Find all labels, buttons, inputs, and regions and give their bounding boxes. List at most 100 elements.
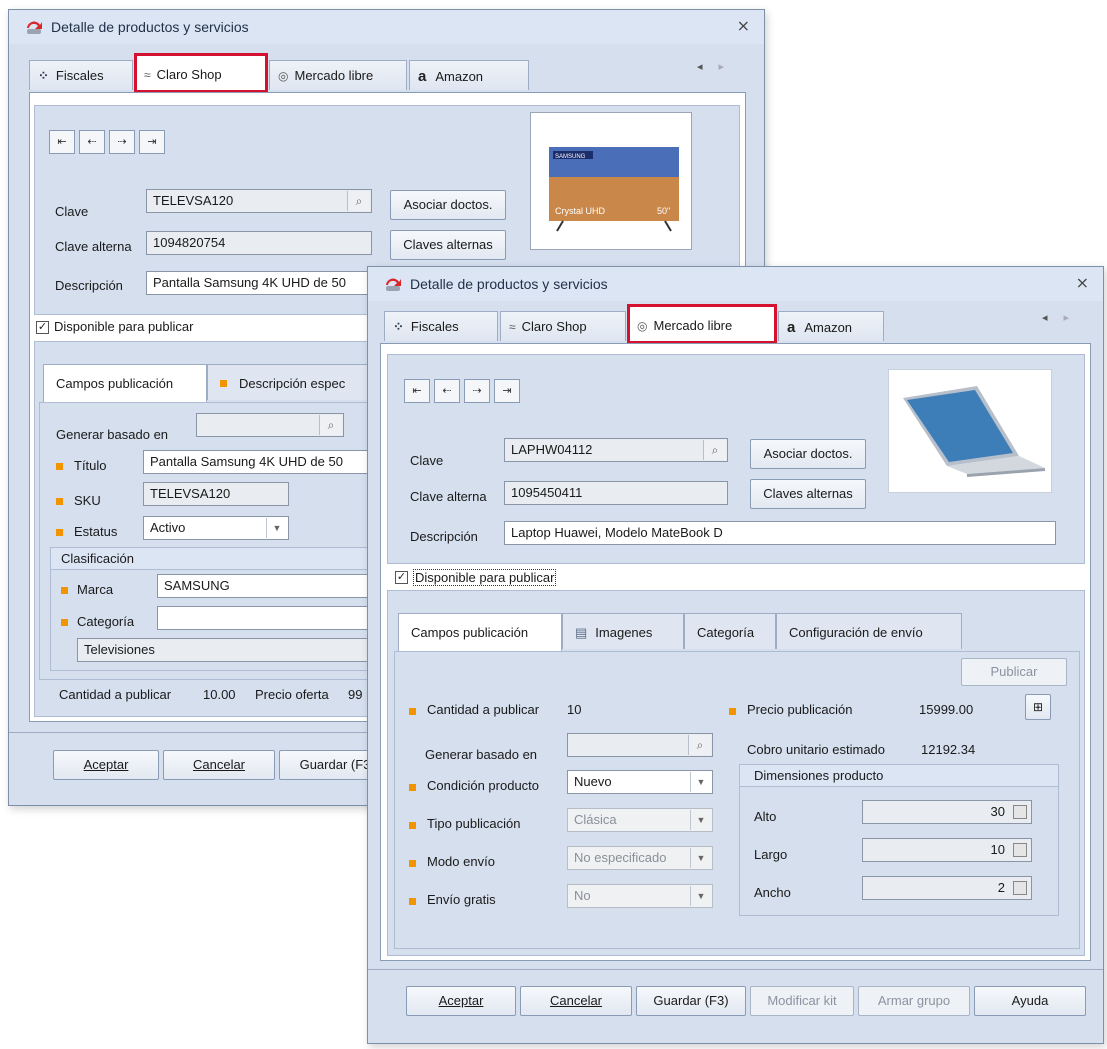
chevron-down-icon[interactable]: ▼	[690, 810, 711, 830]
aceptar-button[interactable]: Aceptar	[406, 986, 516, 1016]
subtab-campos-publicacion[interactable]: Campos publicación	[43, 364, 207, 402]
next-record-icon[interactable]: ⇢	[464, 379, 490, 403]
cancelar-button[interactable]: Cancelar	[520, 986, 632, 1016]
alto-field[interactable]: 30	[862, 800, 1032, 824]
tipo-value: Clásica	[574, 812, 617, 827]
first-record-icon[interactable]: ⇤	[49, 130, 75, 154]
fiscales-icon: ⁘	[38, 68, 49, 83]
search-icon[interactable]: ⌕	[347, 191, 370, 211]
last-record-icon[interactable]: ⇥	[494, 379, 520, 403]
aceptar-button[interactable]: Aceptar	[53, 750, 159, 780]
chevron-down-icon[interactable]: ▼	[690, 848, 711, 868]
tab-claro-shop[interactable]: ≈ Claro Shop	[134, 53, 268, 93]
window-title: Detalle de productos y servicios	[51, 19, 249, 35]
subtab-categoria[interactable]: Categoría	[684, 613, 776, 649]
armar-grupo-button[interactable]: Armar grupo	[858, 986, 970, 1016]
descripcion-field[interactable]: Laptop Huawei, Modelo MateBook D	[504, 521, 1056, 545]
subtab-imagenes[interactable]: ▤ Imagenes	[562, 613, 684, 649]
generar-field[interactable]: ⌕	[567, 733, 713, 757]
categoria-label: Categoría	[77, 614, 135, 629]
asociar-doctos-button[interactable]: Asociar doctos.	[390, 190, 506, 220]
envio-gratis-select[interactable]: No ▼	[567, 884, 713, 908]
largo-field[interactable]: 10	[862, 838, 1032, 862]
tab-claro-shop[interactable]: ≈ Claro Shop	[500, 311, 626, 341]
descripcion-field[interactable]: Pantalla Samsung 4K UHD de 50	[146, 271, 372, 295]
generar-field[interactable]: ⌕	[196, 413, 344, 437]
search-icon[interactable]: ⌕	[703, 440, 726, 460]
clave-field[interactable]: LAPHW04112 ⌕	[504, 438, 728, 462]
ayuda-button[interactable]: Ayuda	[974, 986, 1086, 1016]
publicar-button[interactable]: Publicar	[961, 658, 1067, 686]
calculator-icon[interactable]	[1013, 843, 1027, 857]
subtab-configuracion-envio[interactable]: Configuración de envío	[776, 613, 962, 649]
guardar-button[interactable]: Guardar (F3)	[636, 986, 746, 1016]
tab-scroll-arrows[interactable]: ◂▸	[697, 60, 740, 73]
tab-label: Claro Shop	[521, 319, 587, 334]
calculator-icon[interactable]	[1013, 805, 1027, 819]
tab-amazon[interactable]: a Amazon	[409, 60, 529, 90]
amazon-icon: a	[418, 68, 427, 85]
product-image	[888, 369, 1052, 493]
tab-mercado-libre[interactable]: ◎ Mercado libre	[627, 304, 777, 344]
required-bullet	[56, 529, 63, 536]
ancho-field[interactable]: 2	[862, 876, 1032, 900]
estatus-select[interactable]: Activo ▼	[143, 516, 289, 540]
required-bullet	[61, 587, 68, 594]
modificar-kit-button[interactable]: Modificar kit	[750, 986, 854, 1016]
chevron-down-icon[interactable]: ▼	[690, 772, 711, 792]
app-icon	[27, 21, 42, 34]
clave-alterna-field[interactable]: 1095450411	[504, 481, 728, 505]
cancelar-button[interactable]: Cancelar	[163, 750, 275, 780]
chevron-down-icon[interactable]: ▼	[266, 518, 287, 538]
chevron-down-icon[interactable]: ▼	[690, 886, 711, 906]
first-record-icon[interactable]: ⇤	[404, 379, 430, 403]
close-icon[interactable]: ⨯	[737, 16, 750, 36]
tv-brand-text: SAMSUNG	[555, 154, 586, 160]
tab-scroll-arrows[interactable]: ◂▸	[1042, 311, 1085, 324]
condicion-select[interactable]: Nuevo ▼	[567, 770, 713, 794]
categoria-field[interactable]: 200	[157, 606, 397, 630]
tab-amazon[interactable]: a Amazon	[778, 311, 884, 341]
clave-field[interactable]: TELEVSA120 ⌕	[146, 189, 372, 213]
prev-record-icon[interactable]: ⇠	[434, 379, 460, 403]
close-icon[interactable]: ⨯	[1076, 273, 1089, 293]
modo-select[interactable]: No especificado ▼	[567, 846, 713, 870]
asociar-doctos-button[interactable]: Asociar doctos.	[750, 439, 866, 469]
prev-record-icon[interactable]: ⇠	[79, 130, 105, 154]
required-bullet	[409, 708, 416, 715]
last-record-icon[interactable]: ⇥	[139, 130, 165, 154]
estatus-label: Estatus	[74, 524, 118, 539]
tv-size-text: 50"	[657, 206, 670, 216]
sku-value: TELEVSA120	[150, 486, 231, 501]
disponible-checkbox[interactable]: ✓	[36, 321, 49, 334]
sku-field[interactable]: TELEVSA120	[143, 482, 289, 506]
titulo-field[interactable]: Pantalla Samsung 4K UHD de 50	[143, 450, 383, 474]
claves-alternas-button[interactable]: Claves alternas	[390, 230, 506, 260]
descripcion-value: Pantalla Samsung 4K UHD de 50	[153, 275, 346, 290]
marca-field[interactable]: SAMSUNG	[157, 574, 397, 598]
ancho-label: Ancho	[754, 885, 791, 900]
clave-value: LAPHW04112	[511, 442, 593, 457]
tab-mercado-libre[interactable]: ◎ Mercado libre	[269, 60, 407, 90]
estatus-value: Activo	[150, 520, 186, 535]
claves-alternas-button[interactable]: Claves alternas	[750, 479, 866, 509]
app-icon	[386, 278, 401, 291]
modo-value: No especificado	[574, 850, 667, 865]
generar-label: Generar basado en	[425, 747, 538, 762]
next-record-icon[interactable]: ⇢	[109, 130, 135, 154]
title-bar[interactable]: Detalle de productos y servicios ⨯	[368, 267, 1103, 301]
ancho-value: 2	[997, 880, 1005, 895]
clave-alterna-field[interactable]: 1094820754	[146, 231, 372, 255]
tab-fiscales[interactable]: ⁘ Fiscales	[29, 60, 133, 90]
search-icon[interactable]: ⌕	[319, 415, 342, 435]
publication-group: Campos publicación ▤ Imagenes Categoría C…	[387, 590, 1085, 956]
tipo-select[interactable]: Clásica ▼	[567, 808, 713, 832]
search-icon[interactable]: ⌕	[688, 735, 711, 755]
title-bar[interactable]: Detalle de productos y servicios ⨯	[9, 10, 764, 44]
subtab-campos-publicacion[interactable]: Campos publicación	[398, 613, 562, 651]
calculator-icon[interactable]	[1013, 881, 1027, 895]
calculator-icon[interactable]: ⊞	[1025, 694, 1051, 720]
required-bullet	[220, 380, 227, 387]
disponible-checkbox[interactable]: ✓	[395, 571, 408, 584]
tab-fiscales[interactable]: ⁘ Fiscales	[384, 311, 498, 341]
